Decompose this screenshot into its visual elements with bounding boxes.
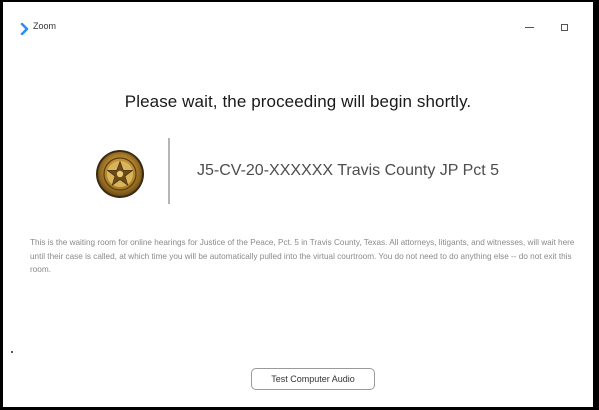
maximize-icon bbox=[560, 23, 568, 31]
window-title: Zoom bbox=[33, 21, 57, 31]
title-bar[interactable]: Zoom bbox=[3, 2, 593, 48]
county-seal-icon bbox=[96, 150, 144, 198]
waiting-headline: Please wait, the proceeding will begin s… bbox=[124, 92, 472, 111]
screen-speck bbox=[11, 351, 13, 353]
case-title: J5-CV-20-XXXXXX Travis County JP Pct 5 bbox=[197, 162, 500, 179]
frame-border-right bbox=[593, 0, 599, 410]
waiting-room-description: This is the waiting room for online hear… bbox=[30, 238, 575, 274]
maximize-button[interactable] bbox=[551, 16, 577, 38]
zoom-logo-icon bbox=[20, 23, 29, 35]
screenshot-frame: Zoom Please wait, the proceeding will be… bbox=[0, 0, 599, 410]
header-divider bbox=[168, 138, 170, 204]
test-computer-audio-button[interactable]: Test Computer Audio bbox=[251, 368, 375, 390]
frame-border-top bbox=[0, 0, 599, 2]
minimize-icon bbox=[524, 26, 534, 28]
frame-border-left bbox=[0, 0, 3, 410]
minimize-button[interactable] bbox=[516, 16, 542, 38]
zoom-window: Zoom Please wait, the proceeding will be… bbox=[3, 2, 593, 407]
